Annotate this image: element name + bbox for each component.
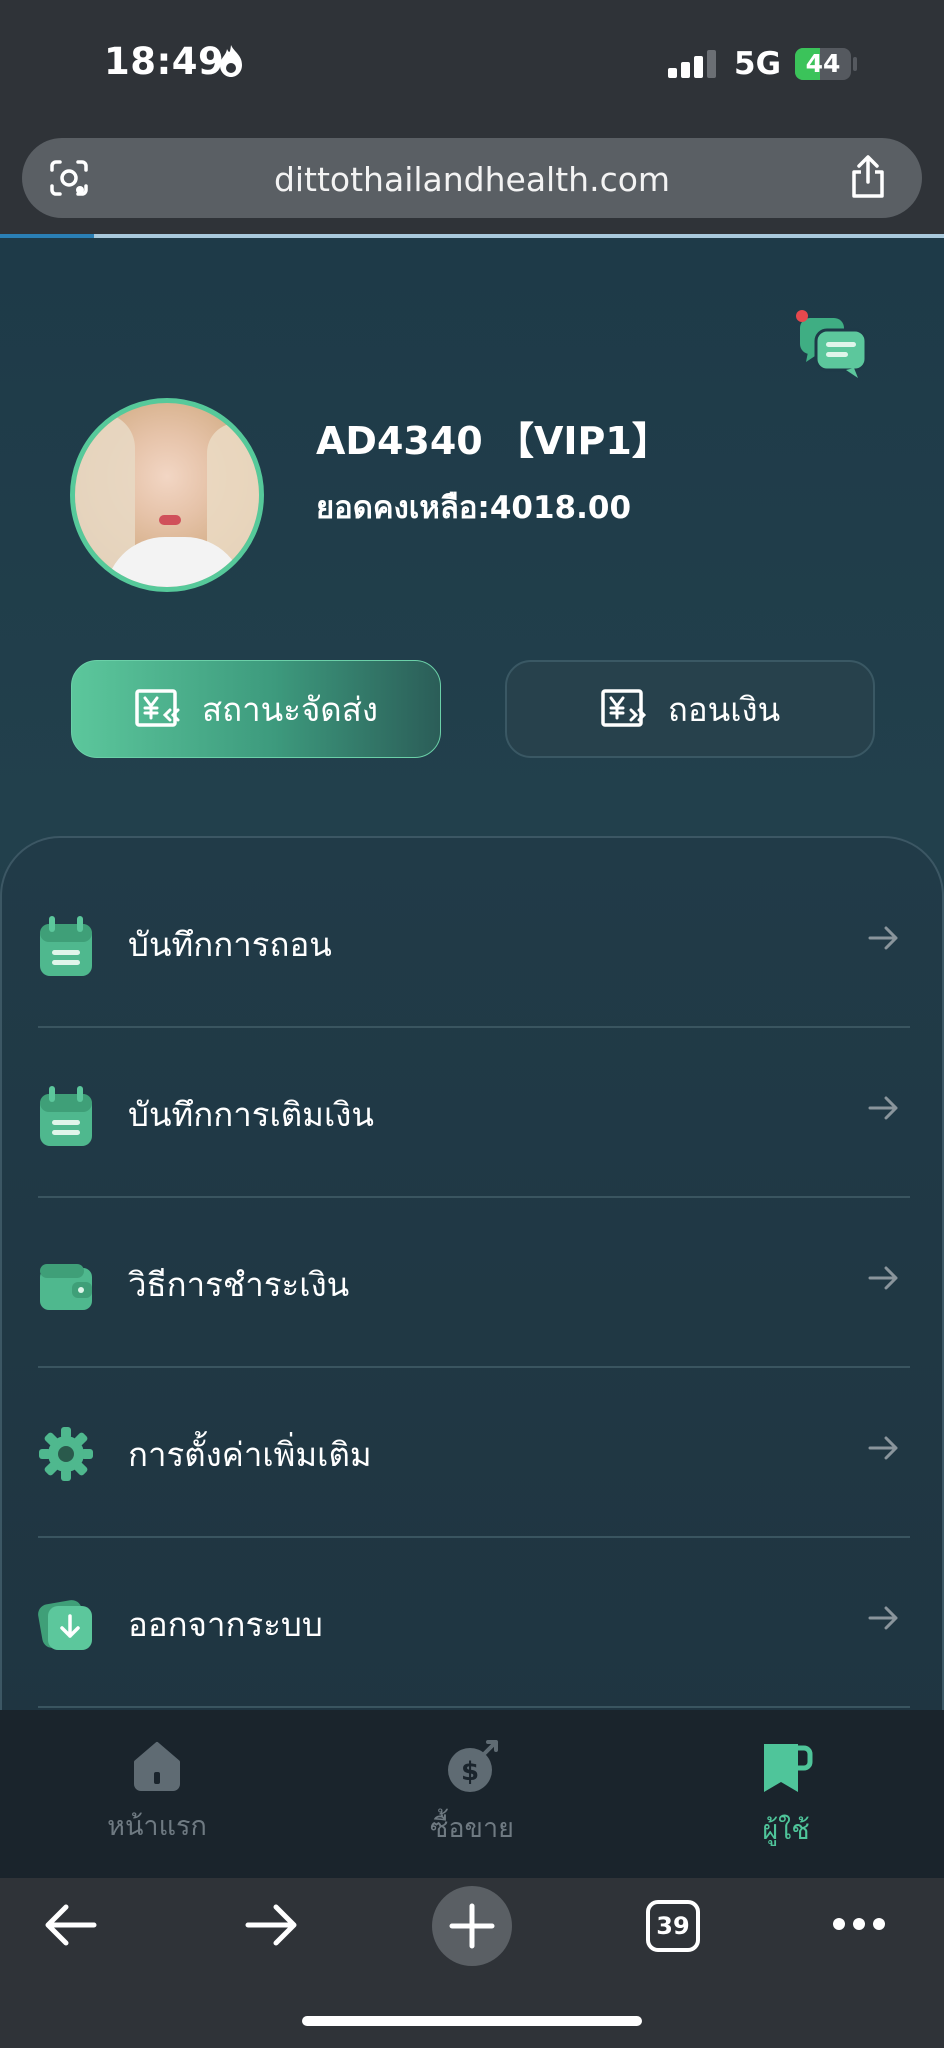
tabs-count-button[interactable]: 39 <box>646 1900 700 1952</box>
withdraw-button[interactable]: ถอนเงิน <box>505 660 875 758</box>
tab-home[interactable]: หน้าแรก <box>57 1740 257 1847</box>
menu-item-withdraw-history[interactable]: บันทึกการถอน <box>38 858 910 1028</box>
user-balance: ยอดคงเหลือ:4018.00 <box>316 490 632 526</box>
tab-user[interactable]: ผู้ใช้ <box>686 1740 886 1851</box>
arrow-right-icon <box>868 1266 898 1290</box>
wallet-icon <box>40 1264 92 1310</box>
new-tab-button[interactable] <box>432 1886 512 1966</box>
user-name: AD4340 【VIP1】 <box>316 419 670 463</box>
battery-cap <box>853 57 857 71</box>
menu-item-more-settings[interactable]: การตั้งค่าเพิ่มเติม <box>38 1368 910 1538</box>
yen-withdraw-icon <box>601 689 646 727</box>
home-indicator[interactable] <box>302 2016 642 2026</box>
menu-item-topup-history[interactable]: บันทึกการเติมเงิน <box>38 1028 910 1198</box>
profile-page: AD4340 【VIP1】 ยอดคงเหลือ:4018.00 สถานะจั… <box>0 238 944 1710</box>
menu-label: การตั้งค่าเพิ่มเติม <box>128 1435 372 1474</box>
logout-icon <box>38 1600 92 1650</box>
url-bar[interactable]: dittothailandhealth.com <box>22 138 922 218</box>
calendar-icon <box>40 1086 92 1146</box>
app-tab-bar: หน้าแรก $ ซื้อขาย ผู้ใช้ <box>0 1710 944 1878</box>
signal-icon <box>668 50 716 78</box>
more-options-icon[interactable] <box>832 1914 886 1934</box>
url-text[interactable]: dittothailandhealth.com <box>22 160 922 199</box>
battery-percent: 44 <box>805 49 841 78</box>
arrow-right-icon <box>868 926 898 950</box>
shipping-status-label: สถานะจัดส่ง <box>202 689 378 729</box>
battery-indicator: 44 <box>795 48 851 80</box>
chat-notification-icon[interactable] <box>796 310 874 382</box>
status-time: 18:49 <box>104 40 225 83</box>
yen-receipt-icon <box>135 689 180 727</box>
arrow-right-icon <box>868 1606 898 1630</box>
svg-text:$: $ <box>461 1757 479 1787</box>
forward-arrow-icon[interactable] <box>244 1900 300 1950</box>
menu-label: ออกจากระบบ <box>128 1605 323 1644</box>
tab-home-label: หน้าแรก <box>107 1811 207 1842</box>
flame-icon <box>220 45 242 77</box>
withdraw-label: ถอนเงิน <box>667 689 781 729</box>
menu-label: บันทึกการเติมเงิน <box>128 1095 374 1134</box>
browser-url-area: dittothailandhealth.com <box>0 130 944 238</box>
arrow-right-icon <box>868 1096 898 1120</box>
plus-icon <box>449 1903 495 1949</box>
back-arrow-icon[interactable] <box>42 1900 98 1950</box>
shipping-status-button[interactable]: สถานะจัดส่ง <box>71 660 441 758</box>
avatar[interactable] <box>70 398 264 592</box>
dollar-trade-icon: $ <box>448 1740 498 1792</box>
menu-label: บันทึกการถอน <box>128 925 332 964</box>
tab-trade[interactable]: $ ซื้อขาย <box>372 1740 572 1849</box>
status-bar: 18:49 5G 44 <box>0 0 944 130</box>
gear-icon <box>39 1427 93 1481</box>
tab-trade-label: ซื้อขาย <box>430 1813 514 1844</box>
home-icon <box>134 1742 180 1791</box>
menu-label: วิธีการชำระเงิน <box>128 1265 350 1304</box>
network-label: 5G <box>734 46 782 82</box>
user-bookmark-icon <box>764 1744 813 1792</box>
tab-user-label: ผู้ใช้ <box>762 1815 810 1846</box>
menu-card: บันทึกการถอน บันทึกการเติมเงิน วิธีการชำ… <box>0 836 944 1710</box>
share-icon[interactable] <box>848 154 888 200</box>
menu-item-payment-methods[interactable]: วิธีการชำระเงิน <box>38 1198 910 1368</box>
calendar-icon <box>40 916 92 976</box>
arrow-right-icon <box>868 1436 898 1460</box>
menu-item-logout[interactable]: ออกจากระบบ <box>38 1538 910 1708</box>
